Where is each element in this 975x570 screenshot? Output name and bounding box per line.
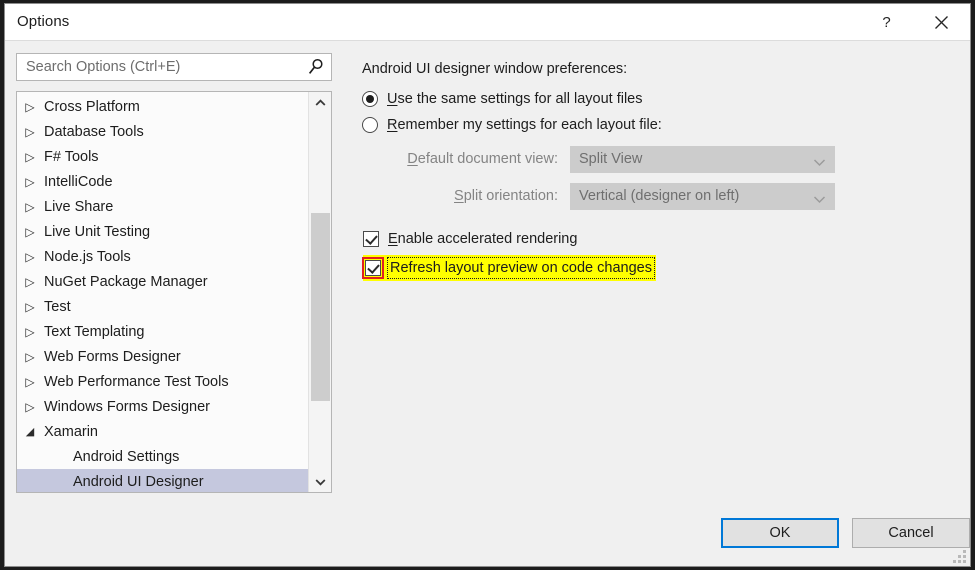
tree-item-label: IntelliCode: [44, 173, 113, 190]
tree-item[interactable]: ▷ Node.js Tools: [17, 244, 308, 269]
chevron-down-icon: [813, 191, 826, 209]
dropdown-value: Vertical (designer on left): [579, 188, 740, 204]
tree-item-label: NuGet Package Manager: [44, 273, 208, 290]
tree-item-label: Test: [44, 298, 71, 315]
field-row: Default document view: Split View: [362, 143, 957, 175]
tree-item-label: Web Forms Designer: [44, 348, 181, 365]
collapsed-triangle-icon[interactable]: ▷: [17, 350, 43, 364]
collapsed-triangle-icon[interactable]: ▷: [17, 200, 43, 214]
field-label: Split orientation:: [454, 188, 558, 204]
radio-button-icon[interactable]: [362, 117, 378, 133]
tree-item-label: Android UI Designer: [73, 473, 204, 490]
title-bar: Options ?: [5, 4, 970, 41]
tree-item-label: Database Tools: [44, 123, 144, 140]
scrollbar-thumb[interactable]: [311, 213, 330, 401]
field-label: Default document view:: [407, 151, 558, 167]
chevron-up-icon[interactable]: [309, 92, 331, 113]
tree-scrollbar[interactable]: [308, 92, 331, 492]
checkbox-enable-accelerated-rendering[interactable]: Enable accelerated rendering: [363, 226, 577, 252]
ok-button[interactable]: OK: [721, 518, 839, 548]
expanded-triangle-icon[interactable]: ◢: [17, 425, 43, 438]
tree-item-label: Android Settings: [73, 448, 180, 465]
collapsed-triangle-icon[interactable]: ▷: [17, 275, 43, 289]
tree-item[interactable]: ▷ IntelliCode: [17, 169, 308, 194]
chevron-down-icon[interactable]: [309, 471, 331, 492]
field-row: Split orientation: Vertical (designer on …: [362, 180, 957, 212]
tree-item[interactable]: ▷ Windows Forms Designer: [17, 394, 308, 419]
radio-option[interactable]: Remember my settings for each layout fil…: [362, 112, 957, 138]
tree-item-label: Web Performance Test Tools: [44, 373, 229, 390]
help-button[interactable]: ?: [864, 4, 909, 40]
checkbox-label: Enable accelerated rendering: [388, 231, 578, 247]
tree-item-label: F# Tools: [44, 148, 99, 165]
tree-item-label: Text Templating: [44, 323, 145, 340]
close-icon: [934, 15, 949, 30]
tree-item[interactable]: ▷ Test: [17, 294, 308, 319]
search-icon[interactable]: [306, 57, 326, 77]
tree-item[interactable]: ▷ Live Share: [17, 194, 308, 219]
collapsed-triangle-icon[interactable]: ▷: [17, 300, 43, 314]
dropdown-default-document-view: Split View: [570, 145, 835, 173]
collapsed-triangle-icon[interactable]: ▷: [17, 150, 43, 164]
collapsed-triangle-icon[interactable]: ▷: [17, 125, 43, 139]
tree-item-label: Windows Forms Designer: [44, 398, 210, 415]
collapsed-triangle-icon[interactable]: ▷: [17, 175, 43, 189]
tree-item[interactable]: ▷ Live Unit Testing: [17, 219, 308, 244]
preferences-heading: Android UI designer window preferences:: [362, 61, 628, 77]
cancel-button[interactable]: Cancel: [852, 518, 970, 548]
radio-button-icon[interactable]: [362, 91, 378, 107]
search-input[interactable]: [24, 54, 296, 80]
checkbox-label: Refresh layout preview on code changes: [387, 257, 655, 279]
dropdown-split-orientation: Vertical (designer on left): [570, 182, 835, 210]
window-preference-radio-group: Use the same settings for all layout fil…: [362, 86, 957, 138]
tree-item-label: Cross Platform: [44, 98, 140, 115]
preferences-pane: Android UI designer window preferences: …: [362, 61, 957, 281]
collapsed-triangle-icon[interactable]: ▷: [17, 375, 43, 389]
radio-option-label: Remember my settings for each layout fil…: [387, 117, 662, 133]
dropdown-value: Split View: [579, 151, 643, 167]
tree-item[interactable]: ▷ Text Templating: [17, 319, 308, 344]
tree-item[interactable]: Android Settings: [17, 444, 308, 469]
page-title: Options: [17, 13, 70, 30]
search-box[interactable]: [16, 53, 332, 81]
collapsed-triangle-icon[interactable]: ▷: [17, 100, 43, 114]
question-mark-icon: ?: [882, 13, 891, 31]
layout-fields-group: Default document view: Split View Split or…: [362, 143, 957, 212]
tree-item-label: Xamarin: [44, 423, 98, 440]
tree-item[interactable]: ▷ NuGet Package Manager: [17, 269, 308, 294]
tree-item[interactable]: Android UI Designer: [17, 469, 308, 492]
tree-item[interactable]: ▷ F# Tools: [17, 144, 308, 169]
cancel-button-label: Cancel: [888, 525, 934, 541]
tree-item[interactable]: ▷ Database Tools: [17, 119, 308, 144]
tree-item-label: Node.js Tools: [44, 248, 131, 265]
tree-item[interactable]: ▷ Web Performance Test Tools: [17, 369, 308, 394]
tree-list: ▷ Cross Platform ▷ Database Tools ▷ F# Tools ▷…: [17, 92, 308, 492]
tree-item[interactable]: ▷ Web Forms Designer: [17, 344, 308, 369]
collapsed-triangle-icon[interactable]: ▷: [17, 400, 43, 414]
close-button[interactable]: [919, 4, 964, 40]
ok-button-label: OK: [769, 525, 791, 541]
collapsed-triangle-icon[interactable]: ▷: [17, 225, 43, 239]
radio-option[interactable]: Use the same settings for all layout fil…: [362, 86, 957, 112]
options-tree[interactable]: ▷ Cross Platform ▷ Database Tools ▷ F# Tools ▷…: [16, 91, 332, 493]
collapsed-triangle-icon[interactable]: ▷: [17, 325, 43, 339]
tree-item[interactable]: ◢ Xamarin: [17, 419, 308, 444]
checkbox-icon[interactable]: [363, 231, 379, 247]
tree-item-label: Live Unit Testing: [44, 223, 151, 240]
tree-item-label: Live Share: [44, 198, 114, 215]
radio-option-label: Use the same settings for all layout fil…: [387, 91, 643, 107]
checkbox-refresh-layout-preview[interactable]: Refresh layout preview on code changes: [362, 255, 656, 281]
rendering-checkbox-group: Enable accelerated rendering Refresh layo…: [362, 226, 957, 281]
tree-item[interactable]: ▷ Cross Platform: [17, 94, 308, 119]
resize-grip[interactable]: [953, 550, 966, 563]
checkbox-icon[interactable]: [362, 257, 384, 279]
chevron-down-icon: [813, 154, 826, 172]
collapsed-triangle-icon[interactable]: ▷: [17, 250, 43, 264]
options-dialog: Options ? ▷Cross Platform▷Database Tools…: [4, 3, 971, 567]
